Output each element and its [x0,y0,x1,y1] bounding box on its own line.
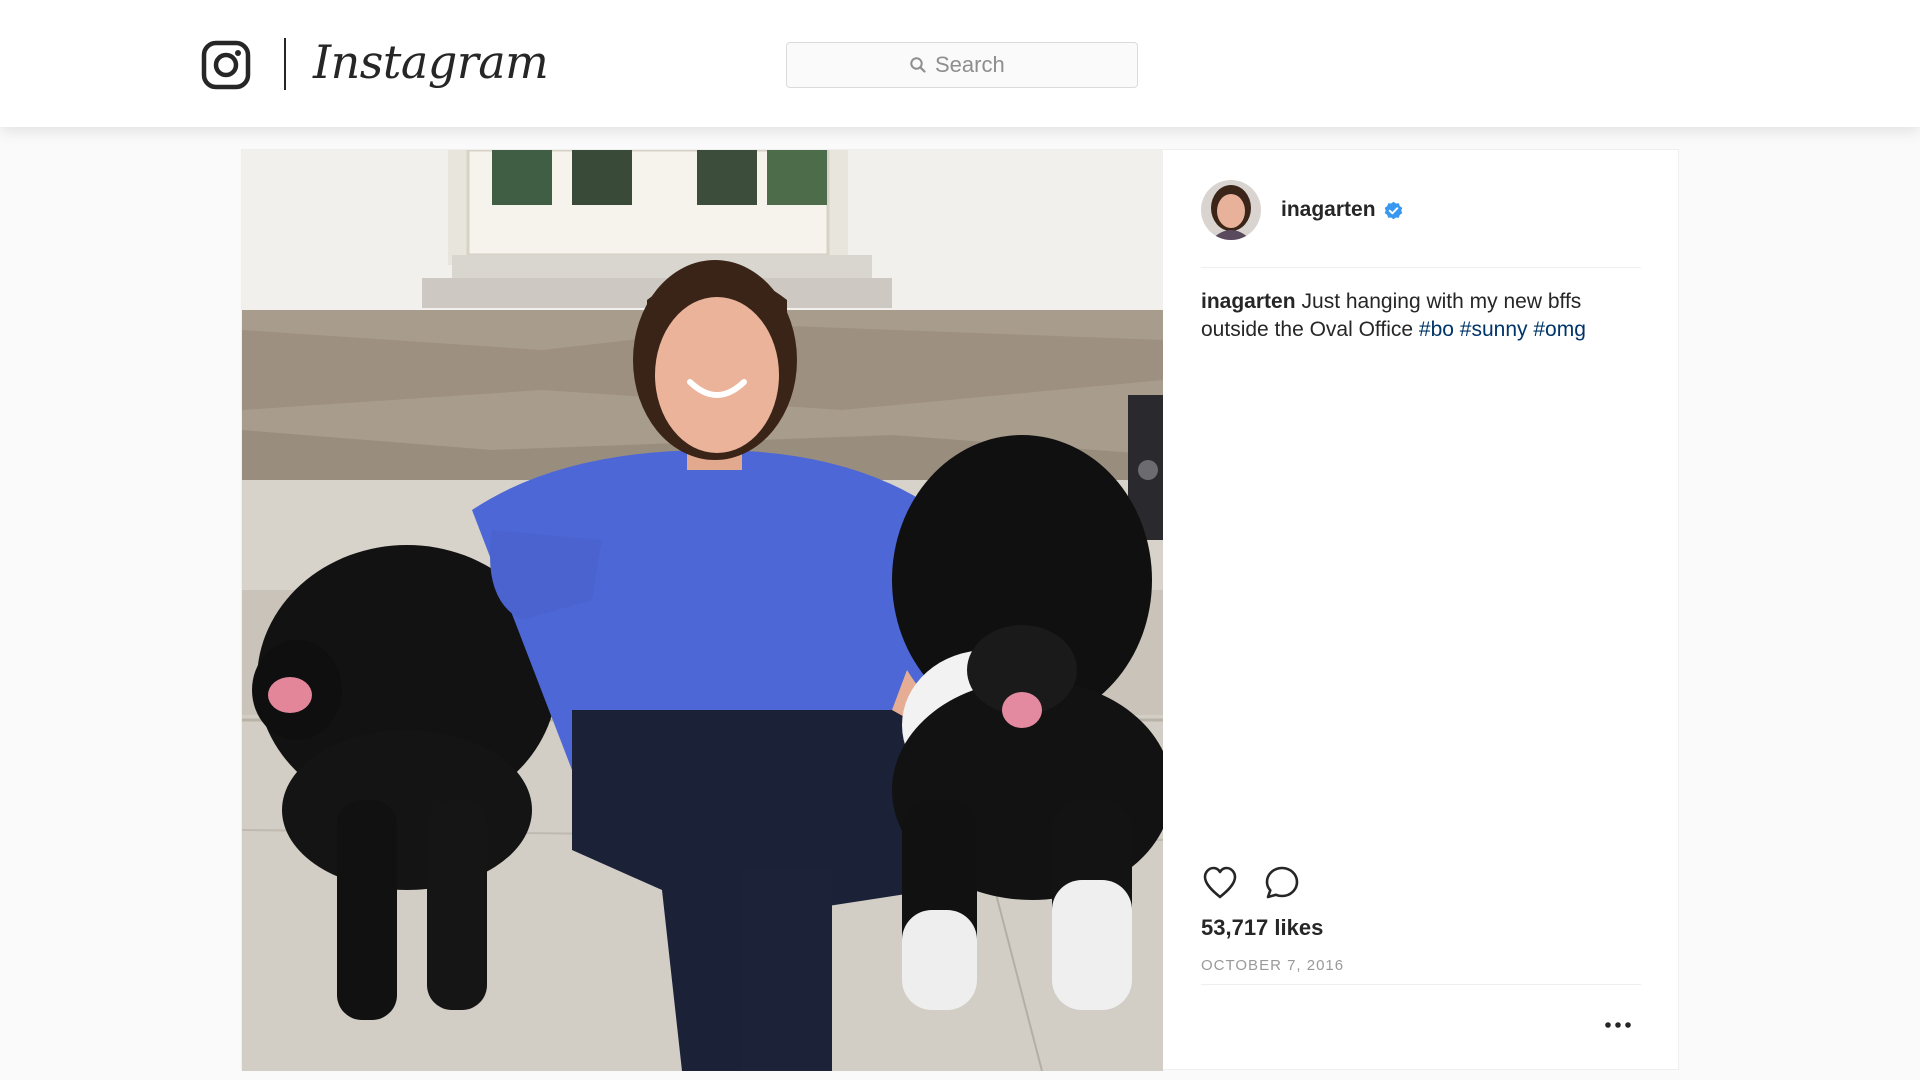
post-header: inagarten [1201,178,1641,242]
avatar-image [1201,180,1261,240]
post-username[interactable]: inagarten [1281,198,1376,222]
avatar[interactable] [1201,180,1261,240]
hashtag-bo[interactable]: #bo [1419,318,1454,341]
verified-badge-icon [1384,201,1402,219]
more-options-icon[interactable] [1603,1018,1633,1032]
post-photo[interactable] [242,150,1163,1071]
likes-count[interactable]: 53,717 likes [1201,915,1323,941]
top-nav-bar: Instagram [0,0,1920,127]
post-details-panel: inagarten inagarten Just hanging with my … [1163,150,1678,1069]
search-input[interactable] [935,52,1015,78]
search-icon [910,57,926,73]
comment-icon[interactable] [1263,864,1301,902]
post-caption: inagarten Just hanging with my new bffs o… [1201,288,1641,344]
instagram-camera-icon[interactable] [201,40,251,90]
instagram-wordmark[interactable]: Instagram [313,30,549,94]
caption-author[interactable]: inagarten [1201,290,1296,313]
search-box[interactable] [786,42,1138,88]
logo-divider [284,38,286,90]
post-card: inagarten inagarten Just hanging with my … [241,149,1679,1071]
footer-divider [1201,984,1641,985]
header-divider [1201,267,1641,268]
hashtag-omg[interactable]: #omg [1533,318,1586,341]
post-photo-illustration [242,150,1163,1071]
post-actions [1201,864,1301,902]
hashtag-sunny[interactable]: #sunny [1460,318,1528,341]
post-date: OCTOBER 7, 2016 [1201,957,1345,974]
heart-icon[interactable] [1201,864,1239,902]
